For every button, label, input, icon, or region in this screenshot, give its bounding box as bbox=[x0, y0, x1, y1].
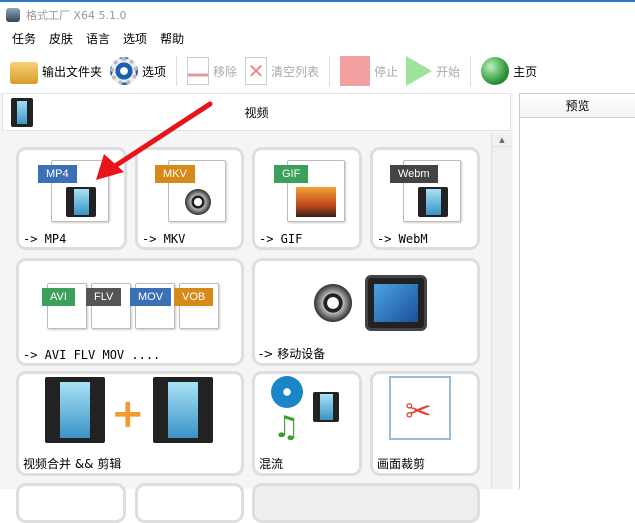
music-note-icon: ♫ bbox=[273, 410, 300, 445]
mkv-file-icon: MKV bbox=[155, 160, 226, 222]
format-badge: MKV bbox=[155, 165, 195, 183]
webm-file-icon: Webm bbox=[390, 160, 461, 222]
format-badge: GIF bbox=[274, 165, 309, 183]
options-label: 选项 bbox=[142, 64, 167, 79]
home-label: 主页 bbox=[513, 64, 538, 79]
tile-label: -> GIF bbox=[259, 232, 303, 246]
tile-mkv[interactable]: MKV -> MKV bbox=[135, 147, 244, 250]
menu-skin[interactable]: 皮肤 bbox=[49, 30, 73, 47]
output-folder-label: 输出文件夹 bbox=[42, 64, 103, 79]
tile-label: -> MP4 bbox=[23, 232, 67, 246]
film-play-icon bbox=[418, 187, 448, 217]
tile-label: 画面裁剪 bbox=[377, 457, 426, 471]
tile-mux[interactable]: ♫ 混流 bbox=[252, 371, 362, 476]
section-title: 视频 bbox=[244, 105, 269, 120]
vob-file-icon: VOB bbox=[174, 283, 219, 329]
tile-avi-flv-mov[interactable]: AVI FLV MOV VOB -> AVI FLV MOV .... bbox=[16, 258, 244, 366]
video-section-header[interactable]: 视频 bbox=[2, 93, 511, 131]
preview-panel: 预览 bbox=[519, 93, 635, 489]
tile-label: -> WebM bbox=[377, 232, 428, 246]
tile-partial[interactable] bbox=[16, 483, 126, 523]
tile-crop[interactable]: ✂ 画面裁剪 bbox=[370, 371, 480, 476]
toolbar-separator bbox=[470, 56, 472, 86]
crop-frame-icon: ✂ bbox=[389, 376, 451, 440]
tile-mp4[interactable]: MP4 -> MP4 bbox=[16, 147, 127, 250]
format-badge: MP4 bbox=[38, 165, 77, 183]
reel-icon bbox=[271, 376, 303, 408]
stop-icon bbox=[340, 56, 371, 86]
start-button[interactable]: 开始 bbox=[406, 56, 460, 86]
preview-header: 预览 bbox=[520, 93, 635, 118]
remove-label: 移除 bbox=[213, 64, 238, 79]
tile-merge-edit[interactable]: + 视频合并 && 剪辑 bbox=[16, 371, 244, 476]
tile-label: -> MKV bbox=[142, 232, 186, 246]
title-bar: 格式工厂 X64 5.1.0 bbox=[6, 6, 127, 24]
film-icon bbox=[11, 98, 33, 127]
window-top-border bbox=[0, 0, 635, 2]
phone-icon bbox=[365, 275, 427, 331]
image-icon bbox=[296, 187, 336, 217]
film-icon bbox=[66, 187, 96, 217]
window-title: 格式工厂 X64 5.1.0 bbox=[26, 9, 127, 22]
mp4-file-icon: MP4 bbox=[38, 160, 109, 222]
menu-language[interactable]: 语言 bbox=[86, 30, 110, 47]
menu-task[interactable]: 任务 bbox=[12, 30, 36, 47]
film-reel-icon bbox=[183, 187, 213, 217]
toolbar-separator bbox=[329, 56, 331, 86]
gear-icon bbox=[110, 57, 139, 85]
tile-partial[interactable] bbox=[252, 483, 480, 523]
format-badge: AVI bbox=[42, 288, 75, 306]
avi-file-icon: AVI bbox=[42, 283, 87, 329]
format-badge: MOV bbox=[130, 288, 172, 306]
clear-list-button[interactable]: ✕ 清空列表 bbox=[245, 57, 319, 85]
format-badge: FLV bbox=[86, 288, 122, 306]
toolbar: 输出文件夹 选项 移除 ✕ 清空列表 停止 开始 主页 bbox=[10, 52, 545, 90]
clear-list-label: 清空列表 bbox=[271, 64, 320, 79]
app-icon bbox=[6, 8, 20, 22]
options-button[interactable]: 选项 bbox=[110, 57, 166, 85]
output-folder-button[interactable]: 输出文件夹 bbox=[10, 58, 102, 84]
flv-file-icon: FLV bbox=[86, 283, 131, 329]
function-panel: 视频 ▲ MP4 -> MP4 MKV -> MKV GIF -> GIF We… bbox=[0, 93, 513, 523]
remove-file-icon bbox=[187, 57, 210, 85]
tile-label: -> AVI FLV MOV .... bbox=[23, 348, 161, 362]
format-badge: Webm bbox=[390, 165, 438, 183]
tile-gif[interactable]: GIF -> GIF bbox=[252, 147, 362, 250]
scissors-icon: ✂ bbox=[405, 392, 432, 430]
stop-label: 停止 bbox=[374, 64, 399, 79]
home-button[interactable]: 主页 bbox=[481, 57, 537, 85]
vertical-scrollbar[interactable]: ▲ bbox=[491, 133, 512, 489]
tile-partial[interactable] bbox=[135, 483, 244, 523]
globe-icon bbox=[481, 57, 510, 85]
menu-bar: 任务 皮肤 语言 选项 帮助 bbox=[12, 30, 184, 47]
start-label: 开始 bbox=[436, 64, 461, 79]
tile-label: 视频合并 && 剪辑 bbox=[23, 457, 122, 471]
clear-list-icon: ✕ bbox=[245, 57, 268, 85]
play-icon bbox=[406, 56, 433, 86]
menu-options[interactable]: 选项 bbox=[123, 30, 147, 47]
tile-label: 混流 bbox=[259, 457, 284, 471]
toolbar-separator bbox=[176, 56, 178, 86]
plus-icon: + bbox=[111, 391, 145, 437]
folder-icon bbox=[10, 62, 38, 84]
remove-button[interactable]: 移除 bbox=[187, 57, 237, 85]
format-badge: VOB bbox=[174, 288, 214, 306]
film-icon bbox=[45, 377, 105, 443]
tile-label: -> 移动设备 bbox=[259, 347, 326, 361]
tile-mobile-device[interactable]: -> 移动设备 bbox=[252, 258, 480, 366]
film-reel-icon bbox=[311, 281, 355, 325]
film-icon bbox=[313, 392, 339, 422]
film-scissors-icon bbox=[153, 377, 213, 443]
scroll-up-icon[interactable]: ▲ bbox=[492, 133, 512, 147]
tile-webm[interactable]: Webm -> WebM bbox=[370, 147, 480, 250]
stop-button[interactable]: 停止 bbox=[340, 56, 398, 86]
mov-file-icon: MOV bbox=[130, 283, 175, 329]
menu-help[interactable]: 帮助 bbox=[160, 30, 184, 47]
gif-file-icon: GIF bbox=[274, 160, 345, 222]
preview-title: 预览 bbox=[565, 99, 590, 113]
